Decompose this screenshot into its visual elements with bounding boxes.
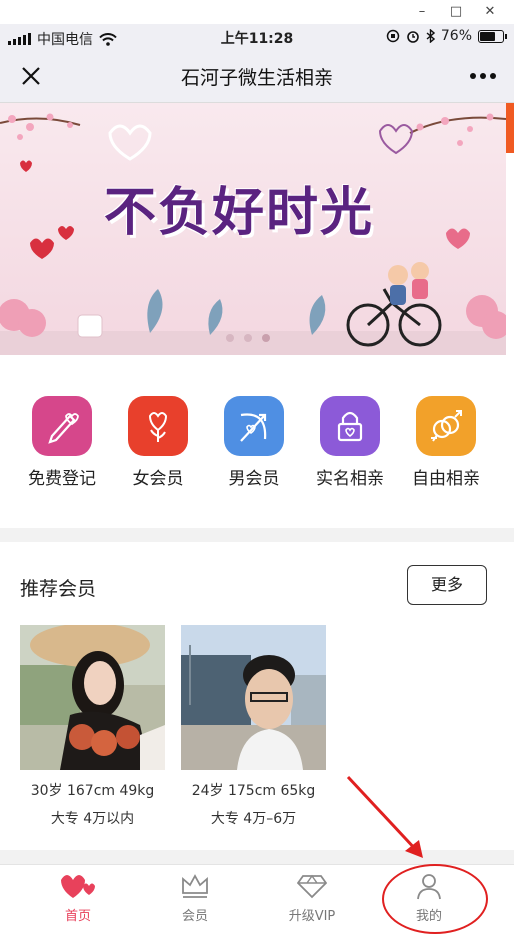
more-dots-icon <box>470 73 476 79</box>
carousel-dot-active[interactable] <box>262 334 270 342</box>
section-divider <box>0 528 514 542</box>
more-options-button[interactable] <box>466 62 500 90</box>
tab-home[interactable]: 首页 <box>18 871 138 924</box>
status-right: 76% <box>386 28 507 44</box>
tab-label: 首页 <box>64 909 91 924</box>
member-photo <box>181 625 326 770</box>
member-stats: 24岁 175cm 65kg <box>191 783 316 799</box>
category-real-name-dating[interactable]: 实名相亲 <box>302 396 398 489</box>
member-photo <box>20 625 165 770</box>
member-education-income: 大专 4万以内 <box>50 811 135 827</box>
tab-members[interactable]: 会员 <box>135 871 255 924</box>
section-heading: 推荐会员 <box>20 578 97 600</box>
carousel-dots <box>226 334 270 342</box>
rose-icon <box>128 396 188 456</box>
category-label: 女会员 <box>132 469 184 489</box>
alarm-icon <box>407 31 419 43</box>
battery-percent: 76% <box>440 28 472 44</box>
annotation-circle <box>382 864 488 934</box>
banner-headline: 不负好时光 <box>104 183 375 243</box>
nav-bar: 石河子微生活相亲 <box>0 50 514 103</box>
member-card[interactable]: 30岁 167cm 49kg 大专 4万以内 <box>20 625 165 828</box>
tab-upgrade-vip[interactable]: 升级VIP <box>252 871 372 924</box>
side-accent-bar <box>506 103 514 153</box>
hearts-icon <box>18 871 138 901</box>
recommended-section: 推荐会员 更多 30岁 167cm 49kg 大专 4万以内 24岁 175cm… <box>0 542 514 850</box>
tab-label: 会员 <box>181 909 208 924</box>
close-window-button[interactable]: ✕ <box>480 2 500 22</box>
bow-arrow-icon <box>224 396 284 456</box>
carousel-dot[interactable] <box>244 334 252 342</box>
rings-gender-icon <box>416 396 476 456</box>
member-card[interactable]: 24岁 175cm 65kg 大专 4万–6万 <box>181 625 326 828</box>
pen-heart-icon <box>32 396 92 456</box>
diamond-icon <box>252 871 372 901</box>
category-grid: 免费登记 女会员 男会员 实名相亲 自由相亲 <box>0 356 514 528</box>
category-label: 男会员 <box>228 469 280 489</box>
lock-heart-icon <box>320 396 380 456</box>
tab-label: 升级VIP <box>288 909 336 924</box>
category-male-members[interactable]: 男会员 <box>206 396 302 489</box>
category-free-register[interactable]: 免费登记 <box>14 396 110 489</box>
crown-icon <box>135 871 255 901</box>
bluetooth-icon <box>426 29 435 43</box>
maximize-button[interactable]: □ <box>446 2 466 22</box>
orientation-lock-icon <box>386 29 400 43</box>
minimize-button[interactable]: – <box>412 2 432 22</box>
category-label: 免费登记 <box>28 469 96 489</box>
category-free-dating[interactable]: 自由相亲 <box>398 396 494 489</box>
page-title: 石河子微生活相亲 <box>180 67 333 89</box>
section-divider <box>0 850 514 864</box>
category-label: 自由相亲 <box>412 469 480 489</box>
window-titlebar: – □ ✕ <box>0 0 514 25</box>
battery-icon <box>478 29 507 43</box>
category-female-members[interactable]: 女会员 <box>110 396 206 489</box>
more-members-button[interactable]: 更多 <box>407 565 487 605</box>
status-bar: 中国电信 上午11:28 76% <box>0 24 514 50</box>
carousel-dot[interactable] <box>226 334 234 342</box>
member-education-income: 大专 4万–6万 <box>210 811 297 827</box>
member-stats: 30岁 167cm 49kg <box>30 783 155 799</box>
category-label: 实名相亲 <box>316 469 384 489</box>
